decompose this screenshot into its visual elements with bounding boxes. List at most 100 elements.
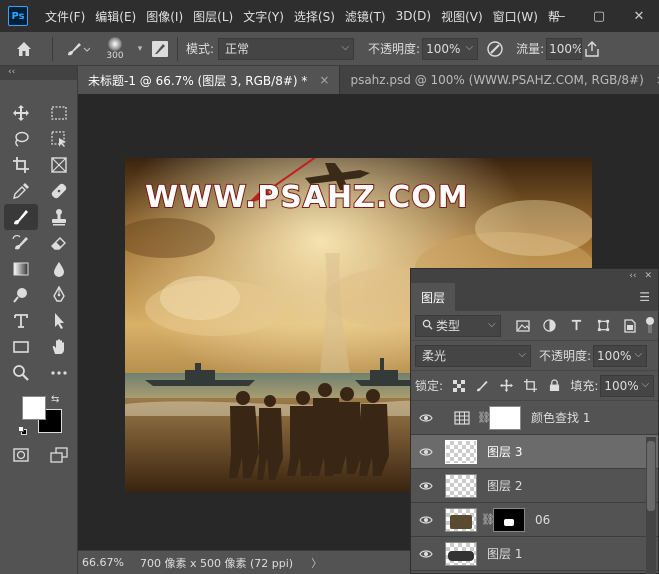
layer-06[interactable]: ⛓ 06 <box>411 503 658 537</box>
object-selection-tool-icon[interactable] <box>42 126 76 152</box>
lock-transparent-icon[interactable] <box>449 376 469 396</box>
move-tool-icon[interactable] <box>4 100 38 126</box>
history-brush-tool-icon[interactable] <box>4 230 38 256</box>
lasso-tool-icon[interactable] <box>4 126 38 152</box>
filter-toggle[interactable] <box>646 316 655 335</box>
layer-color-lookup-1[interactable]: ⛓ 颜色查找 1 <box>411 401 658 435</box>
share-icon[interactable] <box>582 35 602 63</box>
swap-colors-icon[interactable]: ⇆ <box>51 394 59 405</box>
brush-preset-icon[interactable] <box>57 35 97 63</box>
zoom-tool-icon[interactable] <box>4 360 38 386</box>
blur-tool-icon[interactable] <box>42 256 76 282</box>
brush-settings-icon[interactable] <box>147 35 173 63</box>
eye-icon[interactable] <box>411 549 441 559</box>
filter-type-icon[interactable] <box>566 316 586 336</box>
link-icon[interactable]: ⛓ <box>481 513 495 526</box>
link-icon[interactable]: ⛓ <box>477 411 491 424</box>
close-panel-icon[interactable]: ✕ <box>644 271 652 281</box>
scrollbar-thumb[interactable] <box>647 441 655 511</box>
layer-thumbnail[interactable] <box>445 473 477 498</box>
options-bar: 300 ▾ 模式: 正常 ⌵ 不透明度: 100% ⌵ 流量: 100% <box>0 32 659 66</box>
pressure-opacity-icon[interactable] <box>478 35 512 63</box>
flow-field[interactable]: 100% <box>546 37 583 60</box>
eraser-tool-icon[interactable] <box>42 230 76 256</box>
crop-tool-icon[interactable] <box>4 152 38 178</box>
layer-mask-thumbnail[interactable] <box>489 405 521 430</box>
tab-untitled-1[interactable]: 未标题-1 @ 66.7% (图层 3, RGB/8#) * × <box>78 66 341 94</box>
mode-dropdown[interactable]: 正常 ⌵ <box>218 37 355 60</box>
screen-mode-icon[interactable] <box>42 442 76 468</box>
brush-size-picker[interactable]: 300 <box>97 35 133 63</box>
filter-shape-icon[interactable] <box>593 316 613 336</box>
home-icon[interactable] <box>0 35 48 63</box>
layer-1[interactable]: 图层 1 <box>411 537 658 571</box>
default-colors-icon[interactable] <box>18 426 28 436</box>
panel-menu-icon[interactable]: ☰ <box>639 290 650 304</box>
maximize-button[interactable]: ▢ <box>579 0 619 32</box>
collapse-toolbar-icon[interactable]: ‹‹ <box>0 66 77 80</box>
filter-adjustment-icon[interactable] <box>539 316 559 336</box>
marquee-tool-icon[interactable] <box>42 100 76 126</box>
collapse-panel-icon[interactable]: ‹‹ <box>629 271 636 281</box>
path-selection-tool-icon[interactable] <box>42 308 76 334</box>
opacity-field[interactable]: 100% ⌵ <box>422 37 479 60</box>
layer-3[interactable]: 图层 3 <box>411 435 658 469</box>
filter-pixel-icon[interactable] <box>513 316 533 336</box>
menu-select[interactable]: 选择(S) <box>289 8 340 25</box>
menu-3d[interactable]: 3D(D) <box>391 9 436 23</box>
document-info: 700 像素 x 500 像素 (72 ppi) <box>140 556 294 570</box>
healing-brush-tool-icon[interactable] <box>42 178 76 204</box>
type-tool-icon[interactable] <box>4 308 38 334</box>
rectangle-tool-icon[interactable] <box>4 334 38 360</box>
lock-artboard-icon[interactable] <box>521 376 541 396</box>
gradient-tool-icon[interactable] <box>4 256 38 282</box>
lock-image-icon[interactable] <box>473 376 493 396</box>
dodge-tool-icon[interactable] <box>4 282 38 308</box>
layer-thumbnail[interactable] <box>445 439 477 464</box>
quick-mask-icon[interactable] <box>4 442 38 468</box>
menu-filter[interactable]: 滤镜(T) <box>340 8 391 25</box>
eye-icon[interactable] <box>411 481 441 491</box>
zoom-level[interactable]: 66.67% <box>82 556 140 569</box>
close-button[interactable]: ✕ <box>619 0 659 32</box>
close-tab-icon[interactable]: × <box>319 73 329 87</box>
menu-type[interactable]: 文字(Y) <box>238 8 289 25</box>
layer-2[interactable]: 图层 2 <box>411 469 658 503</box>
pen-tool-icon[interactable] <box>42 282 76 308</box>
eye-icon[interactable] <box>411 447 441 457</box>
layer-opacity-field[interactable]: 100% ⌵ <box>593 344 648 367</box>
menu-window[interactable]: 窗口(W) <box>488 8 543 25</box>
tab-layers[interactable]: 图层 <box>411 283 456 311</box>
frame-tool-icon[interactable] <box>42 152 76 178</box>
menu-file[interactable]: 文件(F) <box>40 8 90 25</box>
eyedropper-tool-icon[interactable] <box>4 178 38 204</box>
fill-field[interactable]: 100% ⌵ <box>600 374 655 397</box>
eye-icon[interactable] <box>411 413 441 423</box>
brush-tool-icon[interactable] <box>4 204 38 230</box>
menu-layer[interactable]: 图层(L) <box>188 8 238 25</box>
filter-smart-object-icon[interactable] <box>620 316 640 336</box>
filter-type-dropdown[interactable]: 类型 ⌵ <box>415 314 501 337</box>
flow-label: 流量: <box>516 42 545 56</box>
chevron-down-icon[interactable]: ▾ <box>133 35 147 63</box>
chevron-right-icon[interactable]: 〉 <box>311 555 322 571</box>
more-tools-icon[interactable] <box>42 360 76 386</box>
lock-position-icon[interactable] <box>497 376 517 396</box>
lock-label: 锁定: <box>415 379 444 393</box>
clone-stamp-tool-icon[interactable] <box>42 204 76 230</box>
blend-mode-dropdown[interactable]: 柔光 ⌵ <box>415 344 531 367</box>
lock-all-icon[interactable] <box>544 376 564 396</box>
menu-edit[interactable]: 编辑(E) <box>90 8 141 25</box>
layer-thumbnail[interactable] <box>445 541 477 566</box>
minimize-button[interactable]: — <box>539 0 579 32</box>
tab-psahz-psd[interactable]: psahz.psd @ 100% (WWW.PSAHZ.COM, RGB/8#)… <box>340 66 659 94</box>
eye-icon[interactable] <box>411 515 441 525</box>
menu-view[interactable]: 视图(V) <box>436 8 488 25</box>
chevron-down-icon: ⌵ <box>487 318 496 330</box>
foreground-color-swatch[interactable] <box>22 396 46 420</box>
layers-scrollbar[interactable] <box>646 437 656 574</box>
layer-mask-thumbnail[interactable] <box>493 507 525 532</box>
layer-thumbnail[interactable] <box>445 507 477 532</box>
menu-image[interactable]: 图像(I) <box>141 8 188 25</box>
hand-tool-icon[interactable] <box>42 334 76 360</box>
